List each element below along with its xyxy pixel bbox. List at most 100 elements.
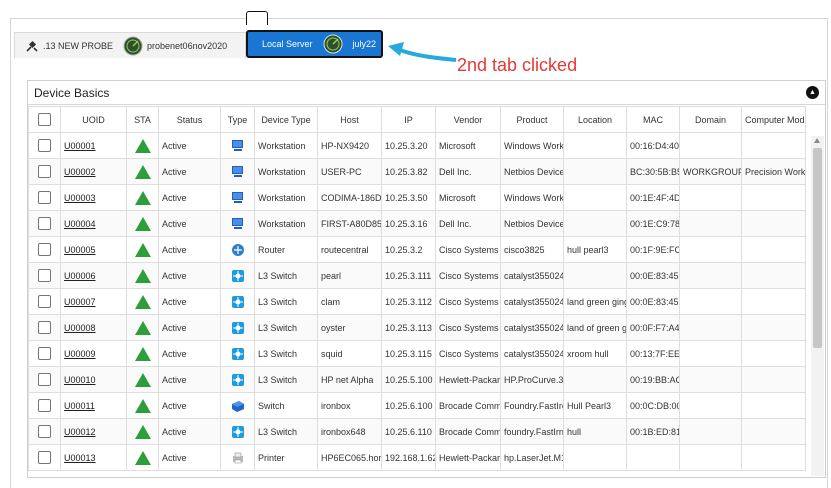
col-header[interactable]: Product xyxy=(500,106,564,133)
table-row[interactable]: U00008 Active L3 Switch oyster 10.25.3.113 Ci… xyxy=(28,314,806,341)
sta-cell xyxy=(126,340,159,367)
domain-cell xyxy=(679,132,742,159)
table-row[interactable]: U00002 Active Workstation USER-PC 10.25.3.82… xyxy=(28,158,806,185)
select-all-checkbox[interactable] xyxy=(38,113,51,126)
device-type-cell: L3 Switch xyxy=(254,288,318,315)
computer-model-cell xyxy=(741,288,806,315)
status-up-icon xyxy=(134,268,151,283)
uoid-link[interactable]: U00002 xyxy=(64,167,96,177)
uoid-link[interactable]: U00004 xyxy=(64,219,96,229)
col-header[interactable]: Domain xyxy=(679,106,742,133)
tab-new-probe[interactable]: .13 NEW PROBE probenet06nov2020 xyxy=(14,32,246,58)
table-row[interactable]: U00010 Active L3 Switch HP net Alpha 10.25.5… xyxy=(28,366,806,393)
table-row[interactable]: U00011 Active Switch ironbox 10.25.6.100 Broc… xyxy=(28,392,806,419)
uoid-link[interactable]: U00011 xyxy=(64,401,95,411)
row-select-cell xyxy=(28,236,61,263)
mac-cell: 00:1E:C9:78 xyxy=(626,210,680,237)
col-header[interactable]: MAC xyxy=(626,106,680,133)
uoid-link[interactable]: U00007 xyxy=(64,297,96,307)
col-header[interactable]: Location xyxy=(563,106,627,133)
uoid-link[interactable]: U00005 xyxy=(64,245,96,255)
panel-title: Device Basics xyxy=(34,85,110,100)
vertical-scrollbar[interactable] xyxy=(811,136,824,476)
row-checkbox[interactable] xyxy=(38,451,51,464)
table-row[interactable]: U00009 Active L3 Switch squid 10.25.3.115 Cis… xyxy=(28,340,806,367)
uoid-link[interactable]: U00013 xyxy=(64,453,96,463)
uoid-link[interactable]: U00008 xyxy=(64,323,96,333)
col-header[interactable]: IP xyxy=(381,106,436,133)
mac-cell: 00:0C:DB:00 xyxy=(626,392,680,419)
row-checkbox[interactable] xyxy=(38,191,51,204)
uoid-link[interactable]: U00003 xyxy=(64,193,96,203)
sta-cell xyxy=(126,392,159,419)
uoid-cell: U00008 xyxy=(60,314,127,341)
location-cell: Hull Pearl3 xyxy=(563,392,627,419)
col-header[interactable]: Type xyxy=(220,106,255,133)
row-checkbox[interactable] xyxy=(38,425,51,438)
col-header[interactable]: Device Type xyxy=(254,106,318,133)
uoid-link[interactable]: U00012 xyxy=(64,427,96,437)
row-checkbox[interactable] xyxy=(38,269,51,282)
collapse-icon[interactable]: ▲ xyxy=(806,86,819,99)
table-row[interactable]: U00006 Active L3 Switch pearl 10.25.3.111 Cis… xyxy=(28,262,806,289)
workstation-icon xyxy=(231,217,245,229)
status-up-icon xyxy=(134,242,151,257)
table-row[interactable]: U00012 Active L3 Switch ironbox648 10.25.6.1… xyxy=(28,418,806,445)
device-type-cell: Printer xyxy=(254,444,318,471)
uoid-link[interactable]: U00009 xyxy=(64,349,96,359)
panel-header: Device Basics ▲ xyxy=(28,81,825,105)
product-cell: Foundry.FastIro xyxy=(500,392,564,419)
device-type-cell: L3 Switch xyxy=(254,340,318,367)
row-checkbox[interactable] xyxy=(38,295,51,308)
vendor-cell: Cisco Systems xyxy=(435,262,501,289)
uoid-link[interactable]: U00001 xyxy=(64,141,96,151)
sta-cell xyxy=(126,210,159,237)
row-checkbox[interactable] xyxy=(38,399,51,412)
location-cell xyxy=(563,132,627,159)
row-checkbox[interactable] xyxy=(38,373,51,386)
col-header[interactable]: Host xyxy=(317,106,382,133)
host-cell: HP-NX9420 xyxy=(317,132,382,159)
tab-local-server[interactable]: Local Server july22 xyxy=(246,30,383,58)
type-cell xyxy=(220,366,255,393)
status-up-icon xyxy=(134,398,151,413)
ip-cell: 10.25.5.100 xyxy=(381,366,436,393)
mac-cell: 00:13:7F:EE xyxy=(626,340,680,367)
table-row[interactable]: U00007 Active L3 Switch clam 10.25.3.112 Cisc… xyxy=(28,288,806,315)
table-row[interactable]: U00001 Active Workstation HP-NX9420 10.25.3.… xyxy=(28,132,806,159)
row-checkbox[interactable] xyxy=(38,217,51,230)
row-checkbox[interactable] xyxy=(38,139,51,152)
col-header[interactable]: STA xyxy=(126,106,159,133)
host-cell: HP net Alpha xyxy=(317,366,382,393)
satellite-icon xyxy=(26,40,38,52)
row-checkbox[interactable] xyxy=(38,347,51,360)
location-cell: xroom hull xyxy=(563,340,627,367)
row-checkbox[interactable] xyxy=(38,321,51,334)
col-header[interactable]: UOID xyxy=(60,106,127,133)
col-header[interactable]: Vendor xyxy=(435,106,501,133)
table-row[interactable]: U00003 Active Workstation CODIMA-186D 10.25.… xyxy=(28,184,806,211)
col-header[interactable]: Status xyxy=(158,106,221,133)
computer-model-cell xyxy=(741,262,806,289)
row-checkbox[interactable] xyxy=(38,243,51,256)
status-cell: Active xyxy=(158,236,221,263)
row-select-cell xyxy=(28,444,61,471)
row-select-cell xyxy=(28,314,61,341)
table-row[interactable]: U00005 Active Router routecentral 10.25.3.2 C… xyxy=(28,236,806,263)
col-header[interactable]: Computer Mod xyxy=(741,106,806,133)
status-up-icon xyxy=(134,294,151,309)
computer-model-cell xyxy=(741,210,806,237)
table-row[interactable]: U00013 Active Printer HP6EC065.hor 192.168.1… xyxy=(28,444,806,471)
mac-cell: 00:19:BB:AC xyxy=(626,366,680,393)
scroll-thumb[interactable] xyxy=(813,148,822,348)
mac-cell: 00:1E:4F:4D xyxy=(626,184,680,211)
row-checkbox[interactable] xyxy=(38,165,51,178)
uoid-link[interactable]: U00006 xyxy=(64,271,96,281)
tab-new-probe-label: .13 NEW PROBE xyxy=(43,40,114,51)
table-row[interactable]: U00004 Active Workstation FIRST-A80D85 10.25… xyxy=(28,210,806,237)
l3-switch-icon xyxy=(231,347,245,360)
product-cell: hp.LaserJet.M1 xyxy=(500,444,564,471)
host-cell: HP6EC065.hor xyxy=(317,444,382,471)
uoid-link[interactable]: U00010 xyxy=(64,375,96,385)
scroll-up-icon[interactable] xyxy=(814,138,820,143)
